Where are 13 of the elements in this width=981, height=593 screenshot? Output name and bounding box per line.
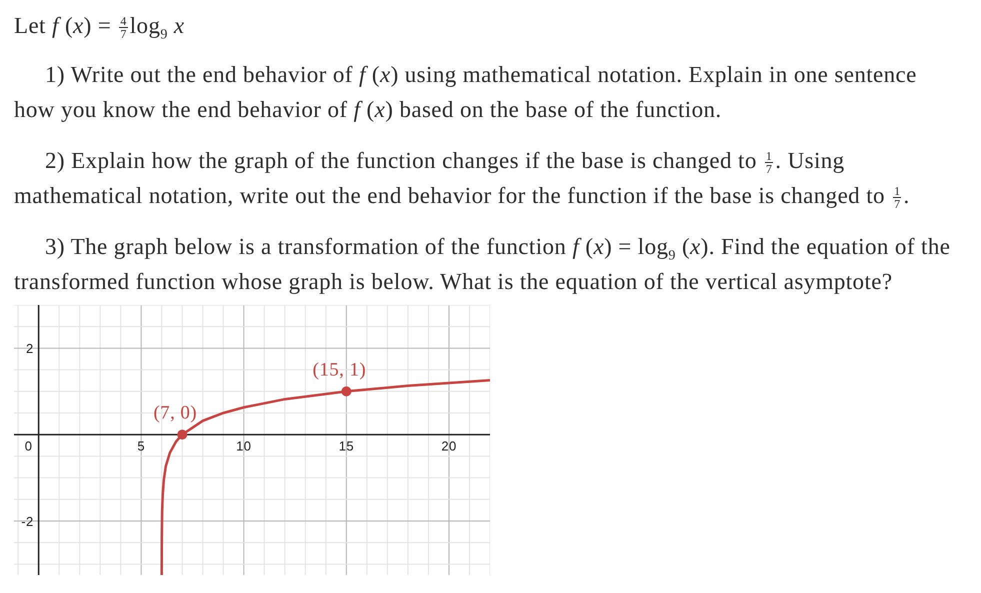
x-tick-label: 20 <box>441 438 457 454</box>
point-marker <box>177 430 188 440</box>
x-tick-label: 0 <box>24 438 32 454</box>
point-marker <box>341 386 352 396</box>
question-text: 3) The graph below is a transformation of the function f (x) = log$_{9}$ (x). Find the equation of the transformed function whose graph is below. What is the equation of the vertical asymptote? <box>14 233 952 296</box>
x-tick-label: 15 <box>338 438 354 454</box>
point-label: (7, 0) <box>153 402 198 424</box>
x-tick-label: 5 <box>137 438 146 454</box>
y-tick-label: 2 <box>26 341 34 356</box>
x-tick-label: 10 <box>236 438 252 454</box>
y-tick-label: -2 <box>21 514 34 529</box>
point-label: (15, 1) <box>312 359 366 380</box>
question-text: 1) Write out the end behavior of f (x) using mathematical notation. Explain in one sentence how you know the end behavior of f (x) based on the base of the function. <box>14 61 918 124</box>
